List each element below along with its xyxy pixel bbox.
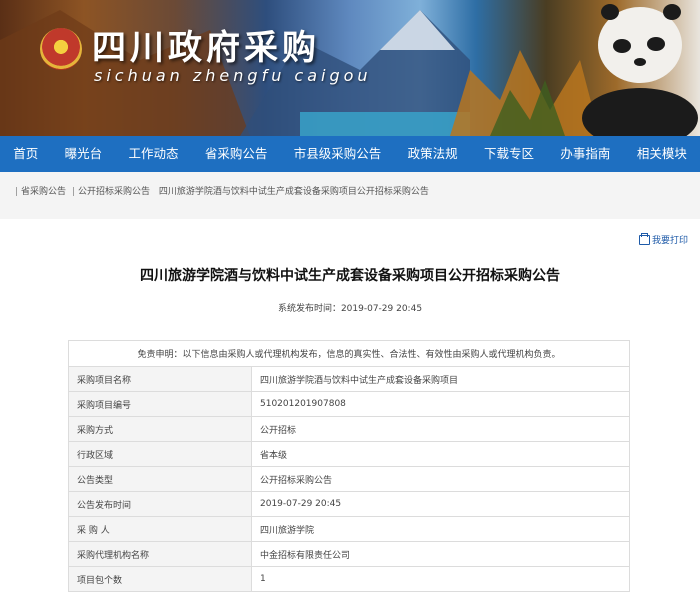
nav-guide[interactable]: 办事指南 [547, 136, 623, 172]
row-value: 省本级 [251, 441, 630, 467]
table-row: 采购项目编号 510201201907808 [68, 391, 630, 417]
disclaimer-text: 免责申明：以下信息由采购人或代理机构发布，信息的真实性、合法性、有效性由采购人或… [68, 340, 630, 367]
breadcrumb-current: 四川旅游学院酒与饮料中试生产成套设备采购项目公开招标采购公告 [158, 187, 429, 197]
nav-downloads[interactable]: 下载专区 [471, 136, 547, 172]
main-nav: 首页 曝光台 工作动态 省采购公告 市县级采购公告 政策法规 下载专区 办事指南… [0, 136, 700, 172]
site-banner: 四川政府采购 sichuan zhengfu caigou [0, 0, 700, 136]
publish-time: 系统发布时间：2019-07-29 20:45 [277, 304, 423, 314]
site-title: 四川政府采购 [92, 28, 320, 68]
row-label: 采购方式 [68, 416, 252, 442]
row-label: 采购代理机构名称 [68, 541, 252, 567]
row-value: 公开招标采购公告 [251, 466, 630, 492]
table-row: 采 购 人四川旅游学院 [68, 516, 630, 542]
nav-city-county-notices[interactable]: 市县级采购公告 [281, 136, 395, 172]
nav-home[interactable]: 首页 [0, 136, 51, 172]
breadcrumb-item[interactable]: 公开招标采购公告 [78, 187, 150, 197]
nav-work-news[interactable]: 工作动态 [115, 136, 191, 172]
row-value: 1 [251, 566, 630, 592]
table-row: 公告类型 公开招标采购公告 [68, 466, 630, 492]
row-label: 公告发布时间 [68, 491, 252, 517]
row-label: 采购项目编号 [68, 391, 252, 417]
row-value: 四川旅游学院酒与饮料中试生产成套设备采购项目 [251, 366, 630, 392]
row-label: 公告类型 [68, 466, 252, 492]
nav-policies[interactable]: 政策法规 [394, 136, 470, 172]
table-row: 采购项目名称 四川旅游学院酒与饮料中试生产成套设备采购项目 [68, 366, 630, 392]
nav-exposure[interactable]: 曝光台 [51, 136, 115, 172]
row-label: 采购项目名称 [68, 366, 252, 392]
row-label: 项目包个数 [68, 566, 252, 592]
nav-related[interactable]: 相关模块 [624, 136, 700, 172]
print-label: 我要打印 [651, 236, 688, 246]
project-info-table: 免责申明：以下信息由采购人或代理机构发布，信息的真实性、合法性、有效性由采购人或… [68, 340, 630, 592]
row-value: 2019-07-29 20:45 [251, 491, 630, 517]
row-value: 510201201907808 [251, 391, 630, 417]
nav-provincial-notices[interactable]: 省采购公告 [192, 136, 281, 172]
row-label: 采 购 人 [68, 516, 252, 542]
table-row: 公告发布时间 2019-07-29 20:45 [68, 491, 630, 517]
breadcrumb-item[interactable]: 省采购公告 [21, 187, 66, 197]
article-panel: 我要打印 四川旅游学院酒与饮料中试生产成套设备采购项目公开招标采购公告 系统发布… [0, 219, 700, 595]
disclaimer-row: 免责申明：以下信息由采购人或代理机构发布，信息的真实性、合法性、有效性由采购人或… [68, 340, 630, 367]
national-emblem-icon [40, 28, 82, 70]
article-title: 四川旅游学院酒与饮料中试生产成套设备采购项目公开招标采购公告 [140, 268, 560, 284]
table-row: 采购代理机构名称 中金招标有限责任公司 [68, 541, 630, 567]
print-link[interactable]: 我要打印 [638, 232, 688, 246]
site-subtitle: sichuan zhengfu caigou [94, 66, 372, 85]
table-row: 行政区域 省本级 [68, 441, 630, 467]
row-value: 四川旅游学院 [251, 516, 630, 542]
table-row: 项目包个数 1 [68, 566, 630, 592]
printer-icon [638, 232, 650, 245]
table-row: 采购方式 公开招标 [68, 416, 630, 442]
row-value: 公开招标 [251, 416, 630, 442]
row-value: 中金招标有限责任公司 [251, 541, 630, 567]
row-label: 行政区域 [68, 441, 252, 467]
breadcrumb: | 省采购公告 | 公开招标采购公告 四川旅游学院酒与饮料中试生产成套设备采购项目公… [15, 187, 429, 197]
